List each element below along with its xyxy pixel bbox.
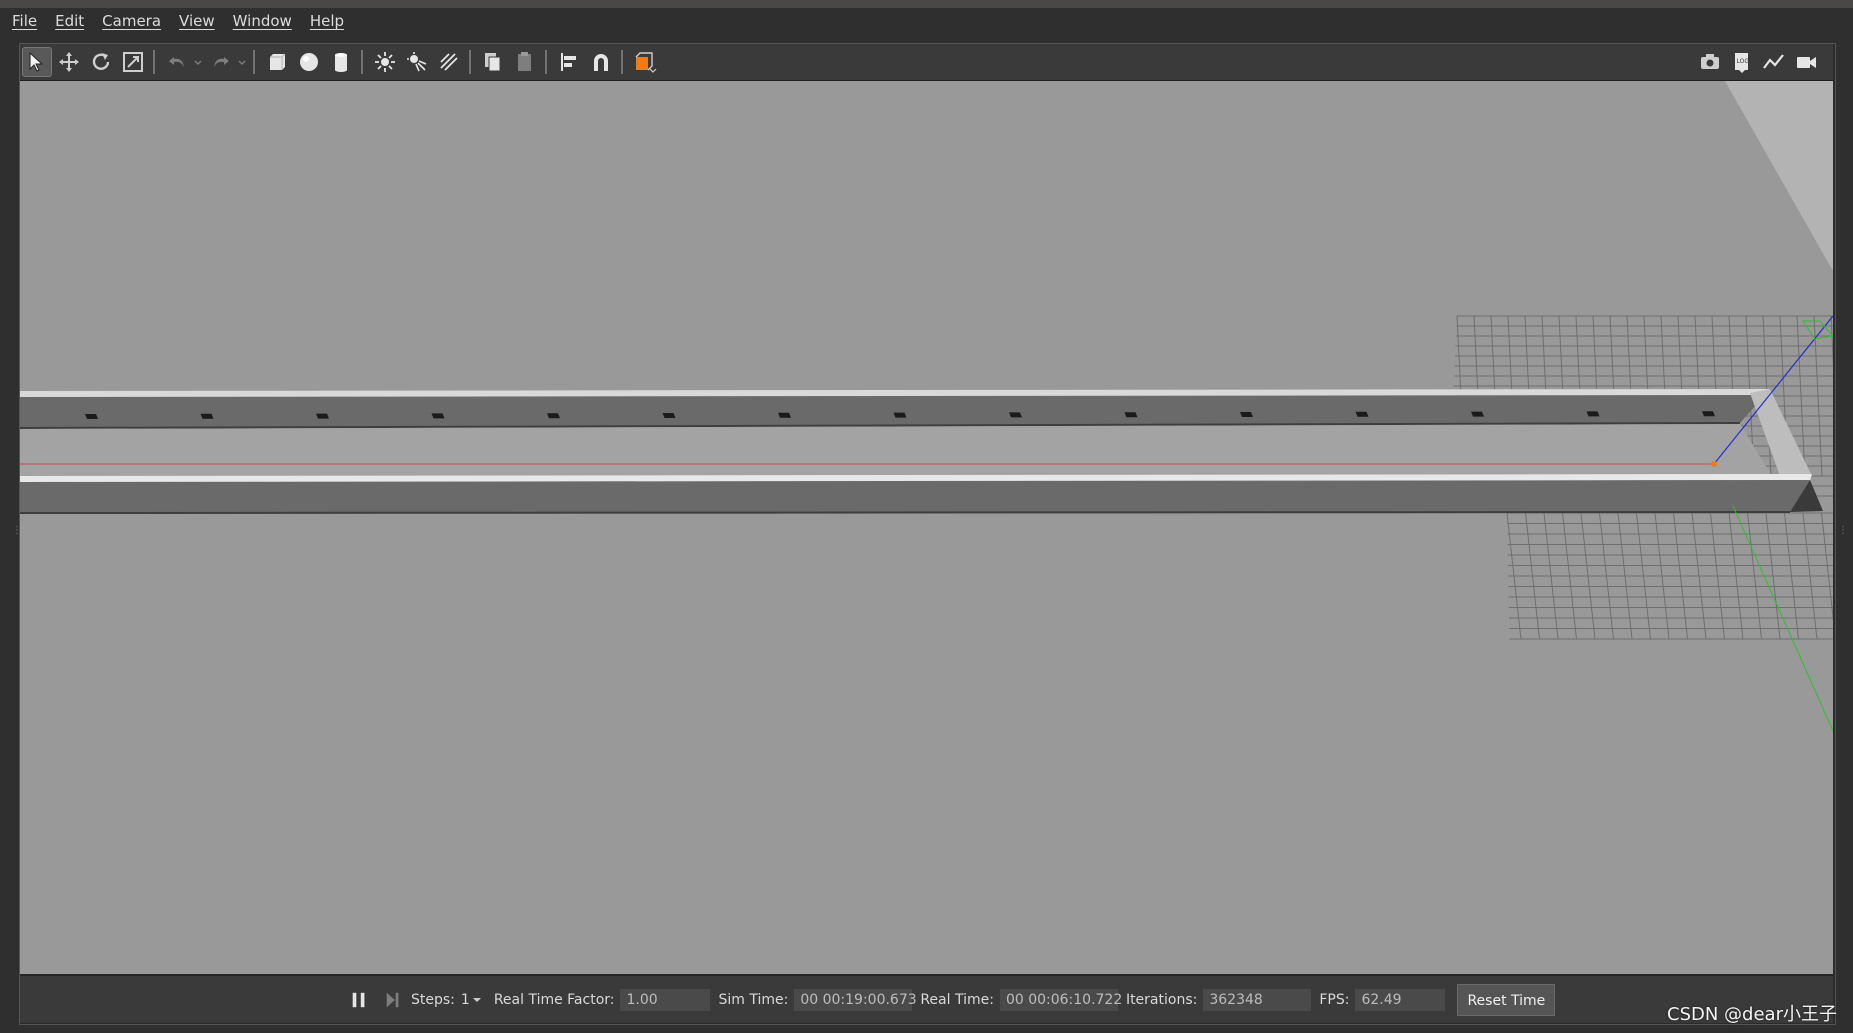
change-view-icon[interactable] — [630, 47, 660, 77]
box-icon[interactable] — [262, 47, 292, 77]
reset-time-button[interactable]: Reset Time — [1457, 983, 1556, 1016]
wall-marker — [778, 412, 791, 418]
wall-marker — [1124, 412, 1138, 418]
scale-icon[interactable] — [118, 47, 148, 77]
menu-view[interactable]: View — [170, 8, 224, 34]
toolbar-separator — [361, 50, 363, 74]
iterations-field: 362348 — [1203, 988, 1312, 1011]
window-title-strip — [0, 0, 1853, 8]
svg-text:LOG: LOG — [1737, 58, 1750, 65]
translate-icon[interactable] — [54, 47, 84, 77]
real-time-factor-field: 1.00 — [620, 988, 711, 1011]
menu-file[interactable]: File — [0, 8, 46, 34]
align-icon[interactable] — [554, 47, 584, 77]
real-time-field: 00 00:06:10.722 — [999, 988, 1122, 1011]
sphere-icon[interactable] — [294, 47, 324, 77]
wall-marker — [200, 413, 214, 419]
real-time-factor-label: Real Time Factor: — [493, 991, 615, 1008]
near-wall-face — [20, 480, 1810, 513]
directional-light-icon[interactable] — [434, 47, 464, 77]
wall-marker — [893, 412, 907, 418]
cylinder-icon[interactable] — [326, 47, 356, 77]
iterations-label: Iterations: — [1125, 991, 1198, 1008]
redo-dropdown-icon[interactable] — [236, 47, 248, 77]
menu-camera[interactable]: Camera — [93, 8, 170, 34]
wall-marker — [316, 413, 329, 419]
pause-icon — [352, 992, 365, 1007]
wall-marker — [1009, 412, 1022, 418]
steps-value[interactable]: 1 — [461, 992, 470, 1008]
copy-icon[interactable] — [478, 47, 508, 77]
toolbar-separator — [621, 50, 623, 74]
menu-help[interactable]: Help — [301, 8, 353, 34]
menu-window[interactable]: Window — [224, 8, 301, 34]
left-splitter-grip[interactable]: ⋮ — [12, 525, 22, 539]
menu-edit[interactable]: Edit — [46, 8, 93, 34]
fps-field: 62.49 — [1355, 988, 1446, 1011]
real-time-label: Real Time: — [920, 991, 994, 1008]
select-arrow-icon[interactable] — [22, 47, 52, 77]
scene-render — [20, 81, 1833, 732]
steps-dropdown-icon[interactable] — [472, 995, 482, 1005]
point-light-icon[interactable] — [370, 47, 400, 77]
redo-icon[interactable] — [206, 47, 236, 77]
status-bar: Steps: 1 Real Time Factor: 1.00 Sim Time… — [20, 975, 1833, 1023]
step-icon — [386, 992, 399, 1007]
wall-marker — [662, 413, 676, 418]
toolbar-separator — [545, 50, 547, 74]
toolbar-separator — [469, 50, 471, 74]
light-wedge — [1725, 81, 1833, 271]
spot-light-icon[interactable] — [402, 47, 432, 77]
steps-label: Steps: — [411, 991, 455, 1008]
step-button[interactable] — [381, 986, 405, 1014]
watermark: CSDN @dear小王子 — [1667, 1004, 1837, 1025]
toolbar-separator — [253, 50, 255, 74]
undo-dropdown-icon[interactable] — [192, 47, 204, 77]
wall-marker — [85, 414, 98, 419]
rotate-icon[interactable] — [86, 47, 116, 77]
wall-marker — [1471, 411, 1484, 417]
pause-button[interactable] — [345, 986, 373, 1014]
snap-icon[interactable] — [586, 47, 616, 77]
sim-time-field: 00 00:19:00.673 — [794, 988, 917, 1011]
record-icon[interactable] — [1791, 47, 1821, 77]
wall-marker — [1355, 411, 1369, 417]
toolbar-right-group: LOG — [1693, 44, 1821, 80]
scene-viewport[interactable] — [20, 81, 1833, 974]
wall-marker — [1240, 412, 1253, 417]
wall-marker — [1586, 411, 1600, 417]
toolbar-separator — [153, 50, 155, 74]
plot-icon[interactable] — [1759, 47, 1789, 77]
paste-icon[interactable] — [510, 47, 540, 77]
near-wall-edge — [20, 511, 1791, 514]
robot-model[interactable] — [1711, 461, 1717, 467]
screenshot-icon[interactable] — [1695, 47, 1725, 77]
log-icon[interactable]: LOG — [1727, 47, 1757, 77]
fps-label: FPS: — [1319, 991, 1350, 1008]
undo-icon[interactable] — [162, 47, 192, 77]
menu-bar: File Edit Camera View Window Help — [0, 8, 1853, 34]
wall-marker — [1702, 411, 1715, 417]
toolbar: LOG — [20, 44, 1833, 81]
wall-marker — [431, 413, 445, 419]
wall-marker — [547, 413, 560, 419]
right-splitter-grip[interactable]: ⋮ — [1838, 525, 1848, 539]
corridor-floor — [20, 424, 1772, 479]
sim-time-label: Sim Time: — [718, 991, 789, 1008]
